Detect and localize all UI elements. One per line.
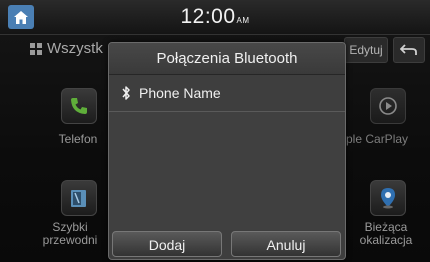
dialog-title: Połączenia Bluetooth bbox=[109, 43, 345, 75]
clock: 12:00AM bbox=[0, 5, 430, 29]
location-app-icon[interactable] bbox=[370, 180, 406, 216]
back-button[interactable] bbox=[393, 37, 425, 63]
quick-guide-app-icon[interactable] bbox=[61, 180, 97, 216]
home-screen: 12:00AM Wszystk Edytuj Telefon Szybki pr… bbox=[0, 0, 430, 262]
quick-guide-label[interactable]: Szybki przewodni bbox=[36, 221, 104, 247]
device-list-empty-area bbox=[109, 112, 345, 230]
phone-app-label[interactable]: Telefon bbox=[52, 133, 104, 146]
bluetooth-connections-dialog: Połączenia Bluetooth Phone Name Dodaj An… bbox=[108, 42, 346, 260]
location-icon bbox=[381, 188, 395, 209]
clock-ampm: AM bbox=[236, 16, 250, 25]
all-apps-button[interactable]: Wszystk bbox=[30, 40, 103, 57]
clock-time: 12:00 bbox=[180, 5, 236, 28]
status-bar: 12:00AM bbox=[0, 0, 430, 35]
cancel-button[interactable]: Anuluj bbox=[231, 231, 341, 257]
location-label-line2: okalizacja bbox=[359, 233, 413, 247]
carplay-label[interactable]: ple CarPlay bbox=[346, 133, 430, 146]
phone-app-icon[interactable] bbox=[61, 88, 97, 124]
device-list-item[interactable]: Phone Name bbox=[109, 75, 345, 112]
guide-icon bbox=[71, 190, 86, 207]
all-apps-label: Wszystk bbox=[47, 40, 103, 57]
back-icon bbox=[400, 44, 417, 55]
add-button[interactable]: Dodaj bbox=[112, 231, 222, 257]
location-label[interactable]: Bieżąca okalizacja bbox=[346, 221, 426, 247]
quick-guide-label-line2: przewodni bbox=[42, 233, 98, 247]
bluetooth-icon bbox=[122, 86, 130, 100]
carplay-icon bbox=[379, 97, 397, 115]
phone-icon bbox=[71, 98, 87, 114]
grid-icon bbox=[30, 42, 42, 55]
edit-button[interactable]: Edytuj bbox=[344, 37, 388, 63]
device-name: Phone Name bbox=[139, 85, 221, 101]
carplay-app-icon[interactable] bbox=[370, 88, 406, 124]
